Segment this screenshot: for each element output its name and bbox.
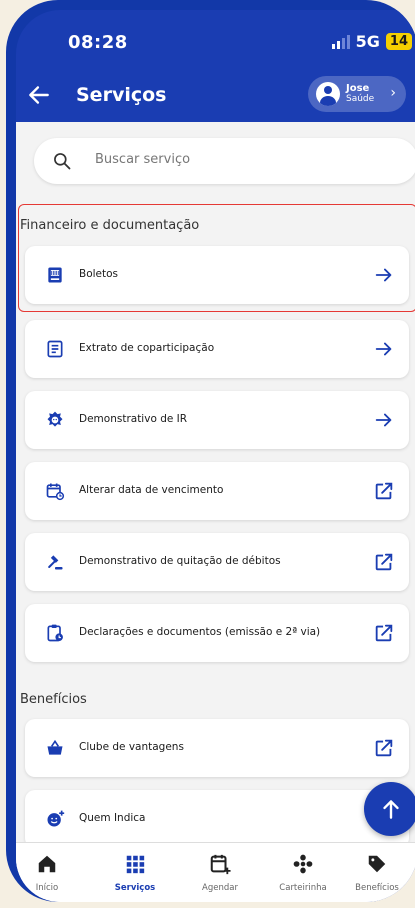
external-link-icon <box>375 624 393 642</box>
nav-label: Início <box>35 883 59 893</box>
chevron-right-icon: › <box>390 85 396 101</box>
nav-item-beneficios[interactable]: Benefícios <box>338 843 415 902</box>
service-label: Quem Indica <box>79 812 146 824</box>
search-placeholder: Buscar serviço <box>95 152 191 167</box>
service-label: Demonstrativo de quitação de débitos <box>79 555 281 567</box>
profile-text: Jose Saúde <box>346 83 374 105</box>
profile-plan: Saúde <box>346 94 375 104</box>
nav-item-agendar[interactable]: Agendar <box>181 843 259 902</box>
clipboard-icon <box>47 624 63 642</box>
service-label: Demonstrativo de IR <box>79 413 188 425</box>
arrow-right-icon <box>375 413 392 427</box>
service-card-boletos[interactable]: Boletos <box>25 246 409 304</box>
nav-item-servicos[interactable]: Serviços <box>96 843 174 902</box>
bottom-navigation: Início Serviços Agendar Carteirinha Bene… <box>16 842 415 902</box>
service-card-extrato[interactable]: Extrato de coparticipação <box>25 320 409 378</box>
status-bar: 08:28 5G 14 <box>16 10 415 62</box>
home-icon <box>38 855 56 873</box>
tag-icon <box>368 855 386 873</box>
service-label: Clube de vantagens <box>79 741 184 753</box>
arrow-up-icon <box>383 800 399 819</box>
network-label: 5G <box>355 32 380 51</box>
calendar-plus-icon <box>210 854 231 875</box>
grid-icon <box>126 855 145 874</box>
barcode-icon <box>48 267 62 283</box>
search-field[interactable]: Buscar serviço <box>34 138 415 184</box>
services-content: Buscar serviço Financeiro e documentação… <box>16 122 415 902</box>
back-arrow-icon[interactable] <box>26 82 52 108</box>
nav-label: Benefícios <box>355 883 399 893</box>
avatar-icon <box>316 82 340 106</box>
service-card-quem-indica[interactable]: Quem Indica <box>25 790 409 848</box>
service-card-clube[interactable]: Clube de vantagens <box>25 719 409 777</box>
basket-icon <box>47 739 63 755</box>
gavel-icon <box>48 555 63 570</box>
section-title-beneficios: Benefícios <box>20 692 87 707</box>
profile-switcher[interactable]: Jose Saúde › <box>308 76 406 112</box>
search-icon <box>54 153 71 170</box>
document-icon <box>47 340 63 358</box>
service-label: Declarações e documentos (emissão e 2ª v… <box>79 626 321 638</box>
nav-label: Serviços <box>114 883 156 893</box>
service-label: Extrato de coparticipação <box>79 342 215 354</box>
page-title: Serviços <box>76 84 167 106</box>
service-card-declaracoes[interactable]: Declarações e documentos (emissão e 2ª v… <box>25 604 409 662</box>
status-time: 08:28 <box>68 32 128 53</box>
service-card-ir[interactable]: Demonstrativo de IR <box>25 391 409 449</box>
nav-label: Agendar <box>202 883 238 893</box>
signal-icon <box>331 34 350 49</box>
service-label: Alterar data de vencimento <box>79 484 224 496</box>
arrow-right-icon <box>375 342 392 356</box>
scroll-to-top-button[interactable] <box>364 782 415 836</box>
nav-item-inicio[interactable]: Início <box>16 843 86 902</box>
service-card-quitacao[interactable]: Demonstrativo de quitação de débitos <box>25 533 409 591</box>
external-link-icon <box>375 739 393 757</box>
battery-icon: 14 <box>385 33 412 50</box>
nav-label: Carteirinha <box>279 883 327 893</box>
arrow-right-icon <box>375 268 392 282</box>
smile-plus-icon <box>47 810 65 827</box>
app-header: Serviços Jose Saúde › <box>16 68 415 120</box>
service-card-alterar-data[interactable]: Alterar data de vencimento <box>25 462 409 520</box>
nav-item-carteirinha[interactable]: Carteirinha <box>264 843 342 902</box>
profile-name: Jose <box>346 83 370 94</box>
calendar-edit-icon <box>46 483 65 501</box>
phone-frame: 08:28 5G 14 Serviços Jose Saúde › Buscar… <box>6 0 415 902</box>
status-indicators: 5G 14 <box>331 32 412 51</box>
card-icon <box>293 854 313 874</box>
service-label: Boletos <box>79 268 119 280</box>
external-link-icon <box>375 482 393 500</box>
external-link-icon <box>375 553 393 571</box>
screen: 08:28 5G 14 Serviços Jose Saúde › Buscar… <box>16 10 415 902</box>
lion-icon <box>47 411 63 427</box>
